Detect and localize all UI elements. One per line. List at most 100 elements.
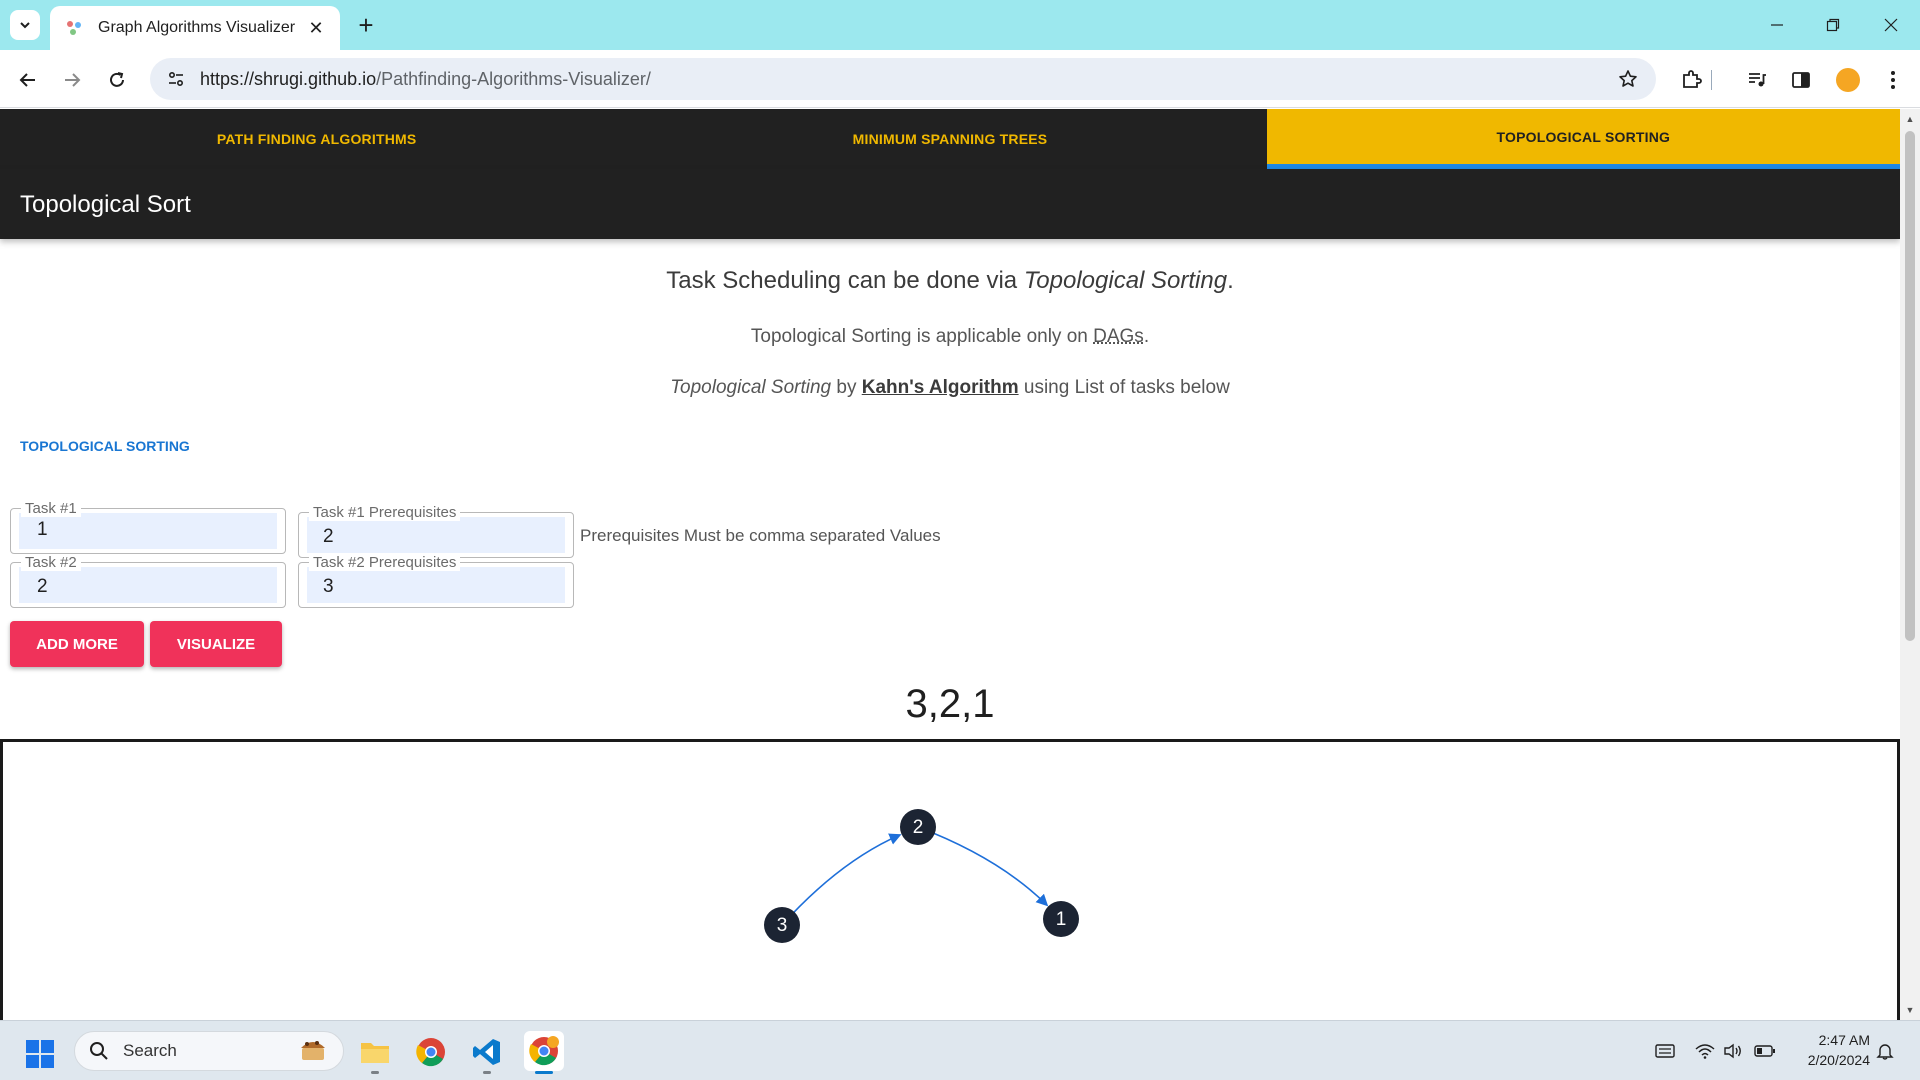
graph-edge-2-to-1	[917, 826, 1049, 907]
task-2-prerequisites-field[interactable]: Task #2 Prerequisites 3	[298, 554, 574, 608]
arrow-left-icon	[19, 73, 35, 87]
bookmark-star-icon[interactable]	[1608, 59, 1648, 99]
browser-tab-active[interactable]: Graph Algorithms Visualizer ✕	[50, 6, 340, 50]
close-icon	[1884, 18, 1898, 32]
task-1-field[interactable]: Task #1 1	[10, 500, 286, 554]
tab-search-button[interactable]	[10, 10, 40, 40]
media-control-icon[interactable]	[1742, 65, 1772, 95]
volume-icon[interactable]	[1722, 1040, 1744, 1062]
scroll-thumb[interactable]	[1905, 131, 1915, 641]
task-2-prerequisites-label: Task #2 Prerequisites	[309, 554, 461, 571]
intro-line-2-text: Topological Sorting is applicable only o…	[750, 326, 1094, 347]
new-tab-button[interactable]: +	[352, 11, 380, 39]
minimize-icon	[1771, 24, 1783, 26]
tab-title: Graph Algorithms Visualizer	[98, 19, 296, 36]
task-1-prerequisites-value: 2	[323, 526, 334, 547]
scroll-up-icon[interactable]: ▲	[1905, 114, 1915, 124]
url-text: https://shrugi.github.io/Pathfinding-Alg…	[200, 69, 1608, 90]
search-icon	[90, 1042, 108, 1060]
prerequisites-hint: Prerequisites Must be comma separated Va…	[580, 526, 941, 545]
forward-button[interactable]	[56, 64, 88, 96]
vscode-indicator	[483, 1071, 491, 1074]
back-button[interactable]	[12, 64, 44, 96]
profile-avatar[interactable]	[1836, 68, 1860, 92]
dags-abbreviation: DAGs	[1093, 326, 1144, 347]
task-2-value: 2	[37, 576, 48, 597]
graph-canvas: 2 3 1	[0, 739, 1900, 1020]
site-settings-icon[interactable]	[164, 67, 188, 91]
intro-line-2: Topological Sorting is applicable only o…	[0, 326, 1900, 348]
vscode-icon[interactable]	[470, 1035, 504, 1069]
keyboard-layout-icon[interactable]	[1654, 1040, 1676, 1062]
intro-line-1-text: Task Scheduling can be done via	[666, 267, 1024, 294]
chrome-icon[interactable]	[414, 1035, 448, 1069]
tab-minimum-spanning-trees[interactable]: MINIMUM SPANNING TREES	[633, 109, 1266, 169]
side-panel-icon[interactable]	[1786, 65, 1816, 95]
web-page: PATH FINDING ALGORITHMS MINIMUM SPANNING…	[0, 109, 1900, 1020]
address-bar[interactable]: https://shrugi.github.io/Pathfinding-Alg…	[150, 58, 1656, 100]
taskbar-clock[interactable]: 2:47 AM 2/20/2024	[1780, 1030, 1870, 1070]
sort-result: 3,2,1	[905, 682, 995, 726]
clock-time: 2:47 AM	[1818, 1032, 1870, 1048]
url-host: https://shrugi.github.io	[200, 68, 377, 89]
graph-edge-3-to-2	[781, 833, 902, 926]
chrome-active-icon[interactable]	[524, 1031, 564, 1071]
file-explorer-icon[interactable]	[358, 1035, 392, 1069]
battery-icon[interactable]	[1754, 1040, 1776, 1062]
file-explorer-indicator	[371, 1071, 379, 1074]
task-2-label: Task #2	[21, 554, 81, 571]
task-1-label: Task #1	[21, 500, 81, 517]
graph-node-label: 2	[913, 817, 924, 838]
graph-node-3: 3	[764, 907, 800, 943]
reload-icon	[110, 72, 124, 87]
page-scrollbar[interactable]: ▲ ▼	[1900, 109, 1920, 1020]
toolbar-divider	[1709, 65, 1713, 95]
graph-svg: 2 3 1	[764, 809, 1079, 943]
browser-toolbar: https://shrugi.github.io/Pathfinding-Alg…	[0, 50, 1920, 108]
site-favicon-icon	[64, 18, 84, 38]
intro-line-1: Task Scheduling can be done via Topologi…	[0, 267, 1900, 295]
task-2-prerequisites-value: 3	[323, 576, 334, 597]
graph-node-label: 3	[777, 915, 788, 936]
app-tab-bar: PATH FINDING ALGORITHMS MINIMUM SPANNING…	[0, 109, 1900, 169]
taskbar-search-placeholder: Search	[123, 1041, 177, 1060]
clock-date: 2/20/2024	[1807, 1052, 1870, 1068]
url-path: /Pathfinding-Algorithms-Visualizer/	[376, 68, 651, 89]
search-highlight-icon	[293, 1034, 333, 1069]
tab-close-icon[interactable]: ✕	[304, 16, 328, 40]
task-2-fill	[19, 567, 277, 603]
task-2-field[interactable]: Task #2 2	[10, 554, 286, 608]
scroll-down-icon[interactable]: ▼	[1905, 1005, 1915, 1015]
close-window-button[interactable]	[1868, 8, 1914, 42]
kahns-algorithm-link[interactable]: Kahn's Algorithm	[862, 377, 1019, 398]
minimize-button[interactable]	[1754, 8, 1800, 42]
visualize-button[interactable]: VISUALIZE	[150, 621, 282, 667]
windows-start-icon[interactable]	[26, 1040, 54, 1068]
reload-button[interactable]	[101, 64, 133, 96]
extensions-icon[interactable]	[1676, 65, 1706, 95]
tab-path-finding[interactable]: PATH FINDING ALGORITHMS	[0, 109, 633, 169]
task-1-value: 1	[37, 519, 48, 540]
task-2-prerequisites-fill	[307, 567, 565, 603]
tab-topological-sorting[interactable]: TOPOLOGICAL SORTING	[1266, 109, 1900, 169]
notification-bell-icon[interactable]	[1874, 1040, 1896, 1062]
task-1-prerequisites-fill	[307, 517, 565, 553]
graph-node-2: 2	[900, 809, 936, 845]
app-header: Topological Sort	[0, 169, 1900, 239]
restore-button[interactable]	[1810, 8, 1856, 42]
task-1-prerequisites-label: Task #1 Prerequisites	[309, 504, 461, 521]
chevron-down-icon	[20, 22, 30, 29]
intro-line-1-suffix: .	[1227, 267, 1234, 294]
intro-line-1-emphasis: Topological Sorting	[1023, 267, 1228, 294]
task-1-prerequisites-field[interactable]: Task #1 Prerequisites 2	[298, 504, 574, 558]
taskbar: Search 2:47 AM 2/20/2024	[0, 1020, 1920, 1080]
arrow-right-icon	[65, 73, 81, 87]
graph-node-1: 1	[1043, 901, 1079, 937]
browser-menu-icon[interactable]	[1878, 65, 1908, 95]
wifi-icon[interactable]	[1694, 1040, 1716, 1062]
browser-tabstrip: Graph Algorithms Visualizer ✕ +	[0, 0, 1920, 50]
section-label: TOPOLOGICAL SORTING	[20, 438, 190, 454]
taskbar-search[interactable]: Search	[74, 1031, 344, 1071]
intro-line-3-emphasis: Topological Sorting	[670, 377, 832, 398]
add-more-button[interactable]: ADD MORE	[10, 621, 144, 667]
